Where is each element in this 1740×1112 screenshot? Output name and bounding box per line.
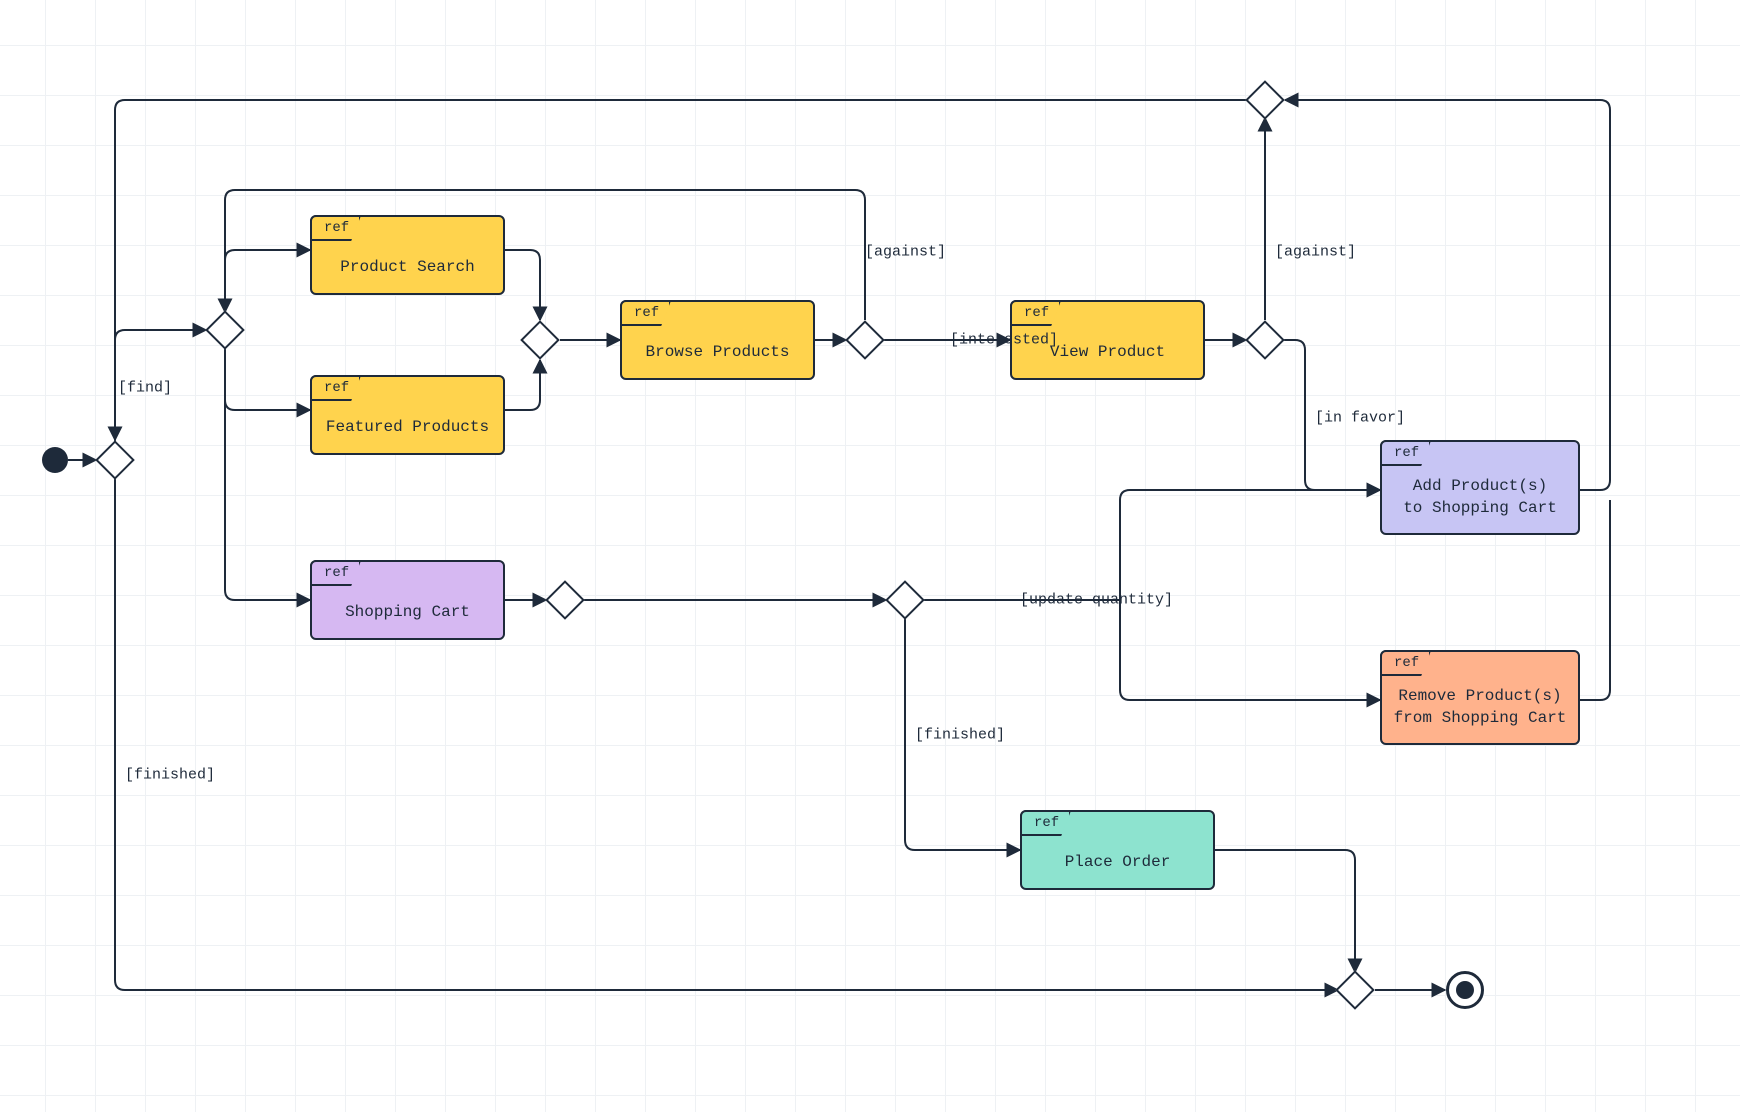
edge-label-find: [find] — [118, 380, 172, 397]
ref-tab: ref — [1020, 810, 1071, 836]
edge-label-in-favor: [in favor] — [1315, 410, 1405, 427]
ref-tab: ref — [1010, 300, 1061, 326]
ref-tab: ref — [1380, 440, 1431, 466]
ref-tab: ref — [620, 300, 671, 326]
node-label: Browse Products — [622, 342, 813, 364]
node-add-product: ref Add Product(s) to Shopping Cart — [1380, 440, 1580, 535]
ref-tab: ref — [310, 560, 361, 586]
start-node — [42, 447, 68, 473]
ref-tab: ref — [310, 215, 361, 241]
edge-label-update-quantity: [update quantity] — [1020, 592, 1173, 609]
node-browse-products: ref Browse Products — [620, 300, 815, 380]
edge-label-finished-mid: [finished] — [915, 727, 1005, 744]
edge-label-against-top: [against] — [865, 244, 946, 261]
node-shopping-cart: ref Shopping Cart — [310, 560, 505, 640]
node-label: Featured Products — [312, 417, 503, 439]
ref-tab: ref — [310, 375, 361, 401]
edges-layer — [0, 0, 1740, 1112]
node-label: Remove Product(s) from Shopping Cart — [1382, 686, 1578, 729]
ref-tab: ref — [1380, 650, 1431, 676]
node-remove-product: ref Remove Product(s) from Shopping Cart — [1380, 650, 1580, 745]
node-product-search: ref Product Search — [310, 215, 505, 295]
node-place-order: ref Place Order — [1020, 810, 1215, 890]
end-node — [1446, 971, 1484, 1009]
node-label: Product Search — [312, 257, 503, 279]
node-featured-products: ref Featured Products — [310, 375, 505, 455]
edge-label-interested: [interested] — [950, 332, 1058, 349]
edge-label-finished-left: [finished] — [125, 767, 215, 784]
node-label: Place Order — [1022, 852, 1213, 874]
node-label: Add Product(s) to Shopping Cart — [1382, 476, 1578, 519]
edge-label-against-right: [against] — [1275, 244, 1356, 261]
node-label: Shopping Cart — [312, 602, 503, 624]
